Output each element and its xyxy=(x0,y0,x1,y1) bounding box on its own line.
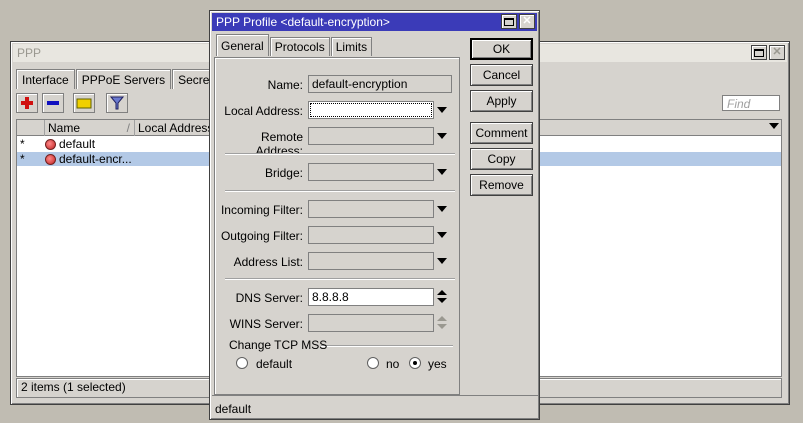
dns-server-field[interactable]: 8.8.8.8 xyxy=(308,288,434,306)
address-list-label: Address List: xyxy=(233,255,303,269)
row-mark: * xyxy=(20,137,25,151)
dialog-titlebar[interactable]: PPP Profile <default-encryption> ✕ xyxy=(212,13,537,31)
plus-icon xyxy=(21,97,33,109)
chevron-down-icon xyxy=(437,258,447,264)
profile-status: default xyxy=(215,402,252,416)
incoming-filter-field[interactable] xyxy=(308,200,434,218)
tcp-mss-default-radio[interactable] xyxy=(236,357,248,369)
chevron-down-icon xyxy=(437,107,447,113)
find-input[interactable]: Find xyxy=(722,95,780,111)
chevron-down-icon xyxy=(437,206,447,212)
tcp-mss-divider xyxy=(321,345,453,347)
outgoing-filter-field[interactable] xyxy=(308,226,434,244)
dialog-title: PPP Profile <default-encryption> xyxy=(216,15,390,29)
maximize-button[interactable] xyxy=(501,14,517,29)
columns-dropdown[interactable] xyxy=(769,123,779,129)
column-name[interactable]: Name / xyxy=(45,120,135,136)
dialog-tabs: General Protocols Limits xyxy=(216,34,373,56)
row-mark: * xyxy=(20,152,25,166)
dns-server-label: DNS Server: xyxy=(235,291,303,305)
bridge-field[interactable] xyxy=(308,163,434,181)
close-icon: ✕ xyxy=(522,15,532,27)
item-count: 2 items (1 selected) xyxy=(21,380,126,394)
remove-button[interactable]: Remove xyxy=(470,174,533,196)
bridge-label: Bridge: xyxy=(264,166,303,180)
outgoing-filter-dropdown[interactable] xyxy=(437,232,447,238)
spin-up-icon xyxy=(437,316,447,321)
column-mark[interactable] xyxy=(17,120,45,136)
maximize-button[interactable] xyxy=(751,45,767,60)
row-name-text: default-encr... xyxy=(59,152,132,166)
address-list-dropdown[interactable] xyxy=(437,258,447,264)
remote-address-field[interactable] xyxy=(308,127,434,145)
tab-general[interactable]: General xyxy=(216,34,269,56)
divider xyxy=(225,278,455,280)
incoming-filter-label: Incoming Filter: xyxy=(220,203,303,217)
comment-button[interactable]: Comment xyxy=(470,122,533,144)
tcp-mss-label: Change TCP MSS xyxy=(229,338,328,352)
spin-down-icon xyxy=(437,324,447,329)
local-address-field[interactable] xyxy=(308,101,434,119)
cancel-button[interactable]: Cancel xyxy=(470,64,533,86)
remote-address-dropdown[interactable] xyxy=(437,133,447,139)
sort-icon: / xyxy=(126,121,130,135)
divider xyxy=(225,190,455,192)
profile-icon xyxy=(45,153,56,165)
tcp-mss-yes-label: yes xyxy=(428,357,447,371)
close-button[interactable]: ✕ xyxy=(769,45,785,60)
close-button[interactable]: ✕ xyxy=(519,14,535,29)
tab-pppoe-servers[interactable]: PPPoE Servers xyxy=(75,69,172,89)
bridge-dropdown[interactable] xyxy=(437,169,447,175)
chevron-down-icon xyxy=(437,133,447,139)
ppp-window-title: PPP xyxy=(17,46,42,60)
chevron-down-icon xyxy=(437,232,447,238)
outgoing-filter-label: Outgoing Filter: xyxy=(220,229,303,243)
row-name-text: default xyxy=(59,137,96,151)
spin-up-icon xyxy=(437,290,447,295)
ppp-profile-dialog: PPP Profile <default-encryption> ✕ Gener… xyxy=(209,10,540,420)
row-name: default xyxy=(45,137,95,151)
wins-server-spinner[interactable] xyxy=(437,316,449,332)
spin-down-icon xyxy=(437,298,447,303)
ppp-tabs: Interface PPPoE Servers Secrets xyxy=(16,69,226,89)
ok-button[interactable]: OK xyxy=(470,38,533,60)
tcp-mss-yes-radio[interactable] xyxy=(409,357,421,369)
tcp-mss-no-label: no xyxy=(386,357,400,371)
column-name-label: Name xyxy=(48,121,81,135)
local-address-dropdown[interactable] xyxy=(437,107,447,113)
incoming-filter-dropdown[interactable] xyxy=(437,206,447,212)
remove-button[interactable] xyxy=(42,93,64,113)
tab-interface[interactable]: Interface xyxy=(16,69,75,89)
apply-button[interactable]: Apply xyxy=(470,90,533,112)
name-field[interactable]: default-encryption xyxy=(308,75,452,93)
chevron-down-icon xyxy=(437,169,447,175)
name-label: Name: xyxy=(267,78,303,92)
folder-icon xyxy=(76,98,92,109)
tab-protocols[interactable]: Protocols xyxy=(269,37,330,56)
add-button[interactable] xyxy=(16,93,38,113)
divider xyxy=(225,153,455,155)
dns-server-spinner[interactable] xyxy=(437,290,449,306)
wins-server-label: WINS Server: xyxy=(229,317,303,331)
filter-button[interactable] xyxy=(106,93,128,113)
tab-limits[interactable]: Limits xyxy=(330,37,373,56)
row-name: default-encr... xyxy=(45,152,132,166)
maximize-icon xyxy=(504,17,514,26)
general-panel: Name: default-encryption Local Address: … xyxy=(214,57,460,395)
local-address-label: Local Address: xyxy=(224,104,303,118)
address-list-field[interactable] xyxy=(308,252,434,270)
close-icon: ✕ xyxy=(772,46,782,58)
copy-button[interactable]: Copy xyxy=(470,148,533,170)
tcp-mss-no-radio[interactable] xyxy=(367,357,379,369)
tcp-mss-default-label: default xyxy=(256,357,293,371)
tcp-mss-group: Change TCP MSS default no yes xyxy=(221,338,453,378)
chevron-down-icon xyxy=(769,123,779,129)
filter-icon xyxy=(110,96,124,110)
dialog-statusbar: default xyxy=(212,395,538,423)
profile-icon xyxy=(45,138,56,150)
wins-server-field[interactable] xyxy=(308,314,434,332)
comment-button[interactable] xyxy=(73,93,95,113)
maximize-icon xyxy=(754,48,764,57)
minus-icon xyxy=(47,101,59,105)
